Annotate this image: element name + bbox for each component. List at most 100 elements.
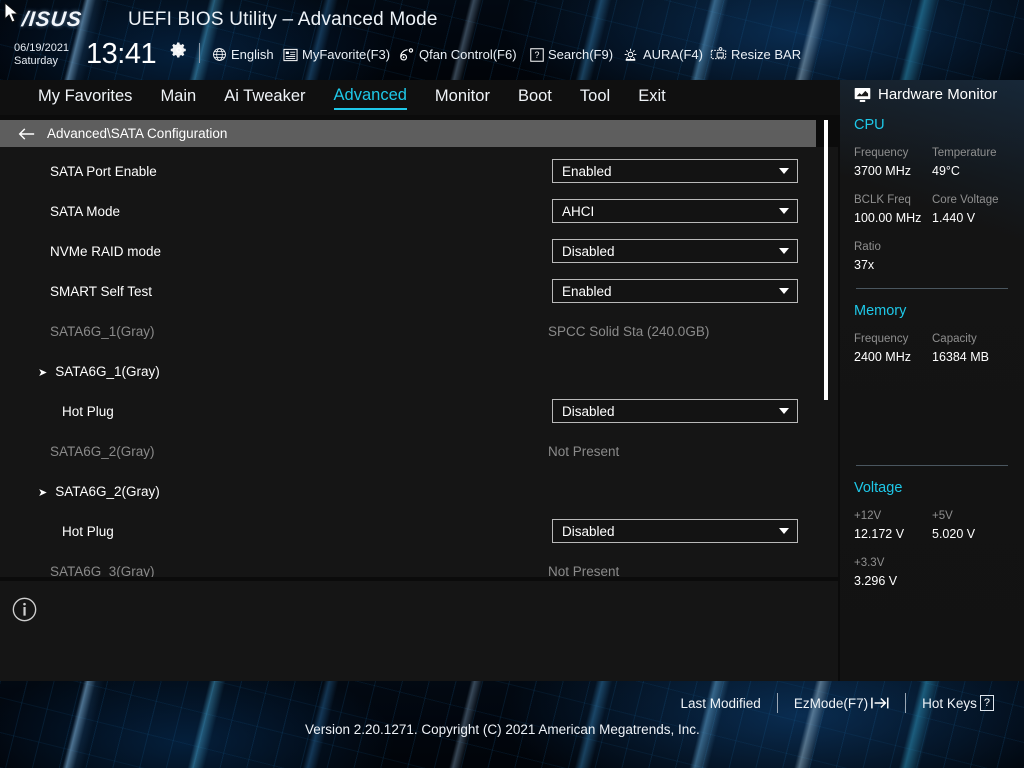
last-modified-button[interactable]: Last Modified	[665, 696, 777, 711]
settings-row[interactable]: Hot Plug Disabled	[0, 511, 838, 551]
settings-row-label: SATA Mode	[50, 204, 120, 219]
tab-boot[interactable]: Boot	[518, 87, 552, 109]
chevron-down-icon	[779, 528, 789, 534]
date-value: 06/19/2021	[14, 42, 69, 55]
hw-section-title: Voltage	[854, 480, 1010, 496]
settings-dropdown-value: Enabled	[562, 164, 612, 179]
last-modified-label: Last Modified	[681, 696, 761, 711]
tab-my-favorites[interactable]: My Favorites	[38, 87, 132, 109]
settings-row: SATA6G_1(Gray)SPCC Solid Sta (240.0GB)	[0, 311, 838, 351]
settings-row[interactable]: Hot PlugDisabled	[0, 391, 838, 431]
header-item-aura[interactable]: AURA(F4)	[622, 47, 703, 62]
footer-bar: Last Modified EzMode(F7) Hot Keys ? Vers…	[0, 681, 1024, 768]
breadcrumb-path: Advanced\SATA Configuration	[47, 126, 227, 141]
settings-list: SATA Port Enable Enabled SATA Mode AHCI NVMe…	[0, 147, 838, 577]
help-info-panel	[0, 581, 838, 681]
hw-divider	[856, 465, 1008, 466]
scrollbar-thumb[interactable]	[824, 120, 828, 400]
hw-section-title: Memory	[854, 303, 1010, 319]
ezmode-button[interactable]: EzMode(F7)	[778, 696, 905, 711]
header-item-myfavorite[interactable]: MyFavorite(F3)	[283, 47, 390, 62]
gear-icon[interactable]	[170, 41, 188, 59]
hw-section-memory: Memory Frequency2400 MHzCapacity16384 MB	[854, 303, 1010, 452]
submenu-arrow-icon: ➤	[38, 487, 47, 499]
settings-row-label: SATA6G_3(Gray)	[50, 564, 155, 578]
hw-metric-label: +5V	[932, 508, 1010, 525]
hw-metric-value: 3700 MHz	[854, 162, 932, 181]
hw-row: Ratio37x	[854, 239, 1010, 275]
hw-metric-label: Capacity	[932, 331, 1010, 348]
settings-dropdown[interactable]: Disabled	[552, 399, 798, 423]
header-item-qfan[interactable]: Qfan Control(F6)	[398, 47, 517, 62]
hw-metric-label: +3.3V	[854, 555, 932, 572]
globe-icon	[212, 47, 227, 62]
settings-row[interactable]: SATA Mode AHCI	[0, 191, 838, 231]
settings-row-label: ➤SATA6G_2(Gray)	[38, 484, 160, 499]
hw-metric-value: 2400 MHz	[854, 348, 932, 367]
clock-display: 13:41	[86, 38, 156, 71]
settings-dropdown[interactable]: Enabled	[552, 159, 798, 183]
settings-row[interactable]: SMART Self Test Enabled	[0, 271, 838, 311]
info-circle-icon[interactable]	[12, 597, 37, 622]
hw-cell: +12V12.172 V	[854, 508, 932, 544]
settings-dropdown[interactable]: Disabled	[552, 239, 798, 263]
settings-row[interactable]: SATA Port Enable Enabled	[0, 151, 838, 191]
header-item-label: Resize BAR	[731, 47, 801, 62]
header-item-resize-bar[interactable]: Resize BAR	[710, 47, 801, 62]
settings-dropdown[interactable]: AHCI	[552, 199, 798, 223]
chevron-down-icon	[779, 208, 789, 214]
list-icon	[283, 48, 298, 62]
tab-main[interactable]: Main	[160, 87, 196, 109]
monitor-chart-icon	[854, 87, 871, 103]
settings-row: SATA6G_3(Gray) Not Present	[0, 551, 838, 577]
header-item-search[interactable]: ? Search(F9)	[530, 47, 613, 62]
settings-row-value: Not Present	[548, 564, 619, 578]
hw-cell: Frequency3700 MHz	[854, 145, 932, 181]
settings-row-label: SMART Self Test	[50, 284, 152, 299]
hw-metric-value: 49°C	[932, 162, 1010, 181]
hw-row: +12V12.172 V+5V5.020 V	[854, 508, 1010, 544]
back-arrow-icon[interactable]	[18, 127, 35, 141]
settings-row: SATA6G_2(Gray)Not Present	[0, 431, 838, 471]
settings-row[interactable]: ➤SATA6G_2(Gray)	[0, 471, 838, 511]
settings-dropdown[interactable]: Enabled	[552, 279, 798, 303]
hw-divider	[856, 288, 1008, 289]
footer-links: Last Modified EzMode(F7) Hot Keys ?	[665, 693, 1010, 713]
settings-row-value: SPCC Solid Sta (240.0GB)	[548, 324, 709, 339]
header-item-language[interactable]: English	[212, 47, 274, 62]
header-divider	[199, 43, 200, 63]
chevron-down-icon	[779, 288, 789, 294]
settings-dropdown-value: AHCI	[562, 204, 594, 219]
settings-dropdown[interactable]: Disabled	[552, 519, 798, 543]
submenu-arrow-icon: ➤	[38, 367, 47, 379]
header-item-label: English	[231, 47, 274, 62]
top-banner: /ISUS UEFI BIOS Utility – Advanced Mode …	[0, 0, 1024, 80]
tab-monitor[interactable]: Monitor	[435, 87, 490, 109]
hotkeys-button[interactable]: Hot Keys ?	[906, 695, 1010, 711]
header-item-label: MyFavorite(F3)	[302, 47, 390, 62]
tab-tool[interactable]: Tool	[580, 87, 610, 109]
breadcrumb[interactable]: Advanced\SATA Configuration	[0, 120, 816, 147]
page-title: UEFI BIOS Utility – Advanced Mode	[128, 9, 438, 31]
settings-row[interactable]: NVMe RAID mode Disabled	[0, 231, 838, 271]
hw-metric-value: 100.00 MHz	[854, 209, 932, 228]
settings-row-label: SATA Port Enable	[50, 164, 157, 179]
hardware-monitor-panel: Hardware Monitor CPUFrequency3700 MHzTem…	[840, 80, 1024, 760]
tab-advanced[interactable]: Advanced	[334, 86, 407, 110]
hw-row: Frequency2400 MHzCapacity16384 MB	[854, 331, 1010, 367]
settings-row[interactable]: ➤SATA6G_1(Gray)	[0, 351, 838, 391]
resize-bar-icon	[710, 47, 727, 62]
tab-ai-tweaker[interactable]: Ai Tweaker	[224, 87, 305, 109]
hw-metric-value: 16384 MB	[932, 348, 1010, 367]
hw-cell: Temperature49°C	[932, 145, 1010, 181]
settings-dropdown-value: Disabled	[562, 524, 615, 539]
chevron-down-icon	[779, 248, 789, 254]
date-display: 06/19/2021 Saturday	[14, 42, 69, 68]
settings-row-label: Hot Plug	[62, 524, 114, 539]
hotkeys-label: Hot Keys	[922, 696, 977, 711]
exit-arrow-icon	[871, 696, 889, 710]
settings-row-label: NVMe RAID mode	[50, 244, 161, 259]
hw-cell: Ratio37x	[854, 239, 932, 275]
tab-exit[interactable]: Exit	[638, 87, 666, 109]
hw-cell: +5V5.020 V	[932, 508, 1010, 544]
